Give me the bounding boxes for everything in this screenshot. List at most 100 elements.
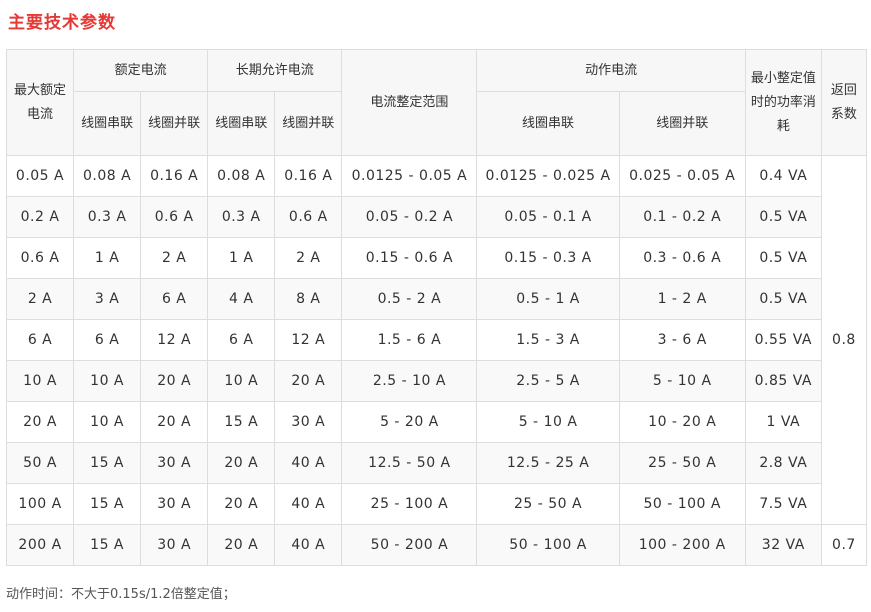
table-row: 20 A 10 A 20 A 15 A 30 A 5 - 20 A 5 - 10… [5, 401, 867, 443]
table-cell: 10 - 20 A [618, 401, 746, 443]
table-row: 200 A 15 A 30 A 20 A 40 A 50 - 200 A 50 … [5, 524, 868, 566]
table-cell: 6 A [140, 278, 209, 320]
table-cell: 1 VA [744, 401, 822, 443]
table-cell: 5 - 10 A [618, 360, 746, 402]
table-cell: 0.6 A [140, 196, 209, 238]
header-action-current: 动作电流 [476, 49, 746, 92]
subheader-rated-series: 线圈串联 [73, 91, 142, 156]
table-cell: 0.4 VA [744, 155, 822, 197]
spec-table: 最大额定电流 额定电流 长期允许电流 电流整定范围 动作电流 最小整定值时的功率… [5, 49, 868, 566]
table-cell: 0.5 VA [744, 196, 822, 238]
table-cell: 15 A [73, 483, 142, 525]
table-cell: 0.05 A [5, 155, 75, 197]
table-cell: 0.15 - 0.3 A [476, 237, 620, 279]
table-cell: 200 A [5, 524, 75, 566]
table-cell: 10 A [207, 360, 276, 402]
table-cell: 0.0125 - 0.05 A [341, 155, 478, 197]
table-cell: 6 A [207, 319, 276, 361]
table-cell: 20 A [274, 360, 343, 402]
table-cell: 20 A [140, 401, 209, 443]
table-cell: 5 - 20 A [341, 401, 478, 443]
table-cell: 0.05 - 0.1 A [476, 196, 620, 238]
table-cell: 12 A [274, 319, 343, 361]
table-cell: 30 A [140, 524, 209, 566]
table-cell: 15 A [73, 442, 142, 484]
table-cell: 6 A [73, 319, 142, 361]
table-row: 2 A 3 A 6 A 4 A 8 A 0.5 - 2 A 0.5 - 1 A … [5, 278, 867, 320]
table-cell: 50 - 100 A [476, 524, 620, 566]
table-cell: 0.3 A [207, 196, 276, 238]
table-row: 50 A 15 A 30 A 20 A 40 A 12.5 - 50 A 12.… [5, 442, 867, 484]
table-cell: 32 VA [744, 524, 822, 566]
return-coefficient-cell: 0.7 [820, 524, 868, 566]
table-cell: 1 A [207, 237, 276, 279]
table-cell: 100 - 200 A [618, 524, 746, 566]
table-cell: 20 A [140, 360, 209, 402]
table-cell: 0.16 A [274, 155, 343, 197]
table-cell: 0.025 - 0.05 A [618, 155, 746, 197]
table-cell: 50 - 200 A [341, 524, 478, 566]
subheader-longterm-parallel: 线圈并联 [274, 91, 343, 156]
table-cell: 0.6 A [5, 237, 75, 279]
footnote: 动作时间：不大于0.15s/1.2倍整定值； [6, 587, 236, 602]
table-cell: 1.5 - 6 A [341, 319, 478, 361]
table-cell: 3 - 6 A [618, 319, 746, 361]
table-cell: 8 A [274, 278, 343, 320]
table-cell: 10 A [73, 360, 142, 402]
table-cell: 0.0125 - 0.025 A [476, 155, 620, 197]
header-min-power: 最小整定值时的功率消耗 [744, 49, 822, 156]
table-cell: 1 - 2 A [618, 278, 746, 320]
table-row: 10 A 10 A 20 A 10 A 20 A 2.5 - 10 A 2.5 … [5, 360, 867, 402]
subheader-action-series: 线圈串联 [476, 91, 620, 156]
table-cell: 0.08 A [73, 155, 142, 197]
table-row: 0.2 A 0.3 A 0.6 A 0.3 A 0.6 A 0.05 - 0.2… [5, 196, 867, 238]
table-cell: 50 A [5, 442, 75, 484]
table-row: 0.6 A 1 A 2 A 1 A 2 A 0.15 - 0.6 A 0.15 … [5, 237, 867, 279]
table-row: 6 A 6 A 12 A 6 A 12 A 1.5 - 6 A 1.5 - 3 … [5, 319, 867, 361]
table-cell: 3 A [73, 278, 142, 320]
table-cell: 12 A [140, 319, 209, 361]
subheader-action-parallel: 线圈并联 [618, 91, 746, 156]
table-cell: 2.5 - 5 A [476, 360, 620, 402]
table-cell: 40 A [274, 442, 343, 484]
table-cell: 30 A [274, 401, 343, 443]
table-cell: 0.6 A [274, 196, 343, 238]
table-cell: 0.5 VA [744, 278, 822, 320]
table-cell: 15 A [73, 524, 142, 566]
table-cell: 50 - 100 A [618, 483, 746, 525]
table-cell: 0.3 A [73, 196, 142, 238]
table-row: 0.05 A 0.08 A 0.16 A 0.08 A 0.16 A 0.012… [5, 155, 868, 525]
table-cell: 1.5 - 3 A [476, 319, 620, 361]
return-coefficient-cell: 0.8 [820, 155, 868, 525]
table-cell: 0.05 - 0.2 A [341, 196, 478, 238]
table-cell: 10 A [5, 360, 75, 402]
table-cell: 25 - 100 A [341, 483, 478, 525]
table-cell: 20 A [207, 442, 276, 484]
section-title: 主要技术参数 [8, 13, 116, 33]
table-cell: 40 A [274, 483, 343, 525]
table-cell: 0.55 VA [744, 319, 822, 361]
table-cell: 2 A [5, 278, 75, 320]
table-cell: 15 A [207, 401, 276, 443]
table-cell: 2 A [274, 237, 343, 279]
header-setting-range: 电流整定范围 [341, 49, 478, 156]
table-cell: 0.5 VA [744, 237, 822, 279]
table-cell: 25 - 50 A [476, 483, 620, 525]
table-cell: 20 A [207, 524, 276, 566]
table-cell: 0.08 A [207, 155, 276, 197]
table-cell: 0.16 A [140, 155, 209, 197]
table-cell: 0.15 - 0.6 A [341, 237, 478, 279]
table-cell: 2 A [140, 237, 209, 279]
table-cell: 0.3 - 0.6 A [618, 237, 746, 279]
table-cell: 0.5 - 2 A [341, 278, 478, 320]
table-cell: 7.5 VA [744, 483, 822, 525]
table-cell: 25 - 50 A [618, 442, 746, 484]
table-row: 100 A 15 A 30 A 20 A 40 A 25 - 100 A 25 … [5, 483, 867, 525]
table-cell: 1 A [73, 237, 142, 279]
table-cell: 20 A [5, 401, 75, 443]
header-max-rated: 最大额定电流 [5, 49, 75, 156]
table-cell: 12.5 - 50 A [341, 442, 478, 484]
table-cell: 4 A [207, 278, 276, 320]
table-cell: 40 A [274, 524, 343, 566]
header-rated-current: 额定电流 [73, 49, 209, 92]
